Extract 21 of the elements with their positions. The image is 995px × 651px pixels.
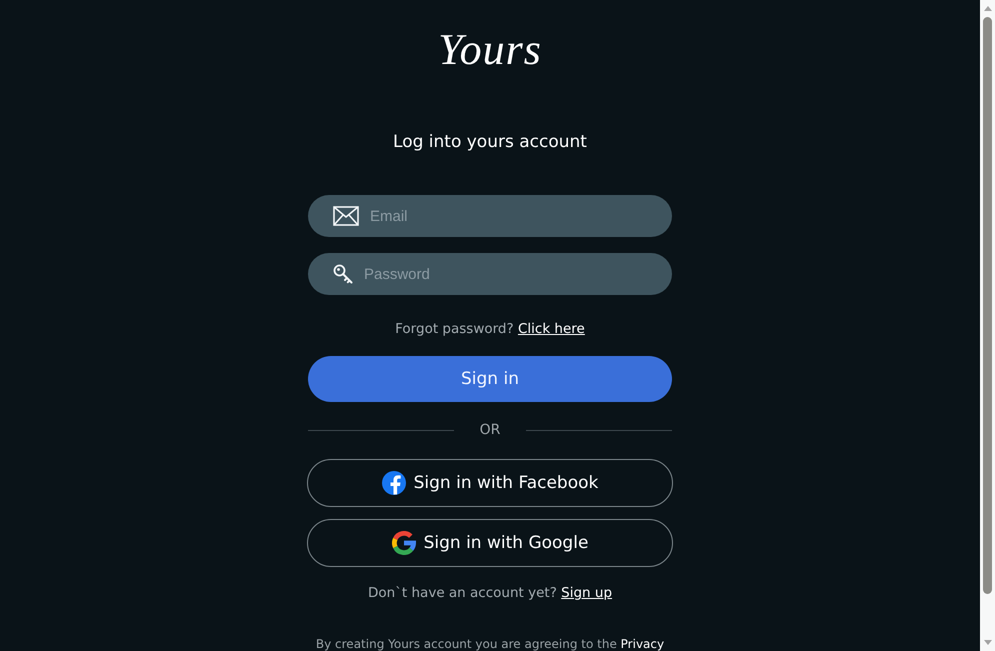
forgot-password-text: Forgot password?: [395, 321, 514, 337]
scroll-up-icon[interactable]: [984, 6, 992, 11]
scrollbar-thumb[interactable]: [983, 17, 992, 594]
no-account-text: Don`t have an account yet?: [368, 585, 557, 601]
envelope-icon: [333, 206, 359, 226]
sign-up-link[interactable]: Sign up: [561, 585, 612, 601]
sign-in-button[interactable]: Sign in: [308, 356, 672, 402]
google-sign-in-button[interactable]: Sign in with Google: [307, 519, 673, 567]
facebook-icon: [382, 471, 406, 495]
scroll-down-icon[interactable]: [984, 640, 992, 645]
divider-label: OR: [478, 421, 502, 440]
privacy-link[interactable]: Privacy: [620, 637, 664, 651]
page-heading: Log into yours account: [393, 131, 587, 154]
facebook-sign-in-button[interactable]: Sign in with Facebook: [307, 459, 673, 507]
password-field[interactable]: Password: [308, 253, 672, 295]
logo: Yours: [438, 24, 542, 76]
key-icon: [333, 264, 353, 284]
email-field[interactable]: Email: [308, 195, 672, 237]
google-icon: [392, 531, 416, 555]
click-here-link[interactable]: Click here: [518, 321, 585, 337]
terms-notice: By creating Yours account you are agreeing to the Privacy: [316, 637, 664, 651]
